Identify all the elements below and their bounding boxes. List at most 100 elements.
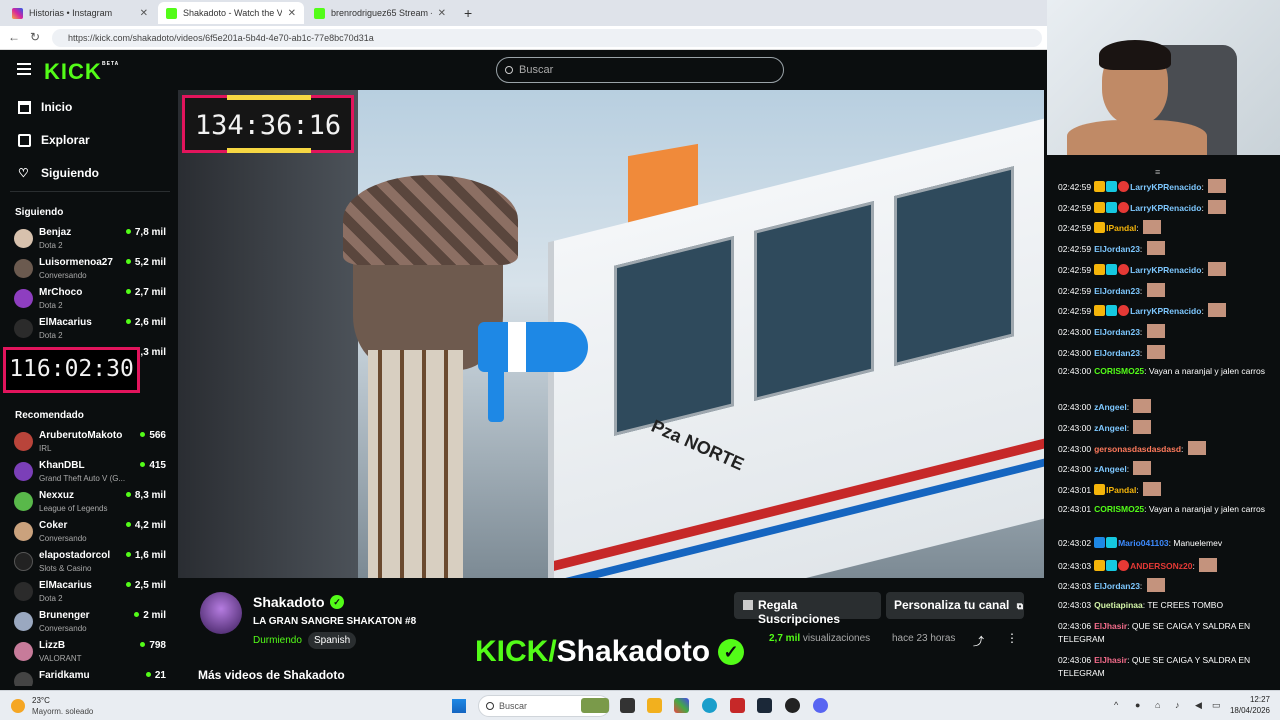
chat-username[interactable]: Mario041103 bbox=[1118, 538, 1169, 548]
kick-logo[interactable]: KICK BETA bbox=[44, 59, 118, 85]
file-explorer-icon[interactable] bbox=[647, 698, 662, 713]
clock-date[interactable]: 18/04/2026 bbox=[1224, 706, 1270, 715]
chat-username[interactable]: zAngeel bbox=[1094, 464, 1127, 474]
new-tab-button[interactable]: + bbox=[456, 2, 478, 24]
back-icon[interactable]: ← bbox=[8, 30, 20, 44]
category-link[interactable]: Durmiendo bbox=[253, 635, 302, 646]
search-input[interactable]: Buscar bbox=[496, 57, 784, 83]
windows-start-icon[interactable] bbox=[452, 699, 466, 713]
sidebar-item-explorar[interactable]: Explorar bbox=[18, 133, 90, 147]
discord-icon[interactable] bbox=[813, 698, 828, 713]
chat-username[interactable]: zAngeel bbox=[1094, 402, 1127, 412]
tab-brenrodriguez[interactable]: brenrodriguez65 Stream - Watch ✕ bbox=[306, 2, 454, 24]
share-icon[interactable]: ⤴ bbox=[973, 633, 984, 649]
recommended-channel[interactable]: Brunenger Conversando 2 mil bbox=[14, 609, 170, 637]
chat-username[interactable]: ElJordan23 bbox=[1094, 348, 1140, 358]
close-tab-icon[interactable]: ✕ bbox=[140, 8, 148, 19]
chat-username[interactable]: ElJordan23 bbox=[1094, 286, 1140, 296]
tray-expand-icon[interactable]: ^ bbox=[1114, 700, 1118, 710]
following-channel[interactable]: ElMacarius Dota 2 2,6 mil bbox=[14, 316, 170, 344]
chat-username[interactable]: IPandal bbox=[1106, 485, 1136, 495]
recommended-channel[interactable]: Coker Conversando 4,2 mil bbox=[14, 519, 170, 547]
chat-username[interactable]: ANDERSONz20 bbox=[1130, 561, 1192, 571]
microphone-icon[interactable]: ♪ bbox=[1175, 700, 1180, 710]
copilot-icon[interactable] bbox=[674, 698, 689, 713]
recommended-channel[interactable]: ElMacarius Dota 2 2,5 mil bbox=[14, 579, 170, 607]
sidebar-item-inicio[interactable]: Inicio bbox=[18, 100, 72, 114]
chat-message[interactable]: 02:42:59 ElJordan23: bbox=[1058, 282, 1273, 298]
chat-message[interactable]: 02:42:59 LarryKPRenacido: bbox=[1058, 261, 1273, 277]
tray-app-icon[interactable]: ● bbox=[1135, 700, 1140, 710]
chat-username[interactable]: LarryKPRenacido bbox=[1130, 203, 1201, 213]
recommended-channel[interactable]: Faridkamu 21 bbox=[14, 669, 170, 686]
weather-temperature[interactable]: 23°C bbox=[32, 696, 50, 705]
chat-username[interactable]: LarryKPRenacido bbox=[1130, 306, 1201, 316]
customize-channel-button[interactable]: Personaliza tu canal ⧉ bbox=[886, 592, 1024, 619]
media-app-icon[interactable] bbox=[785, 698, 800, 713]
chat-username[interactable]: zAngeel bbox=[1094, 423, 1127, 433]
chat-username[interactable]: ElJhasir bbox=[1094, 655, 1127, 665]
chat-message[interactable]: 02:43:03 ElJordan23: bbox=[1058, 578, 1273, 593]
gift-subs-button[interactable]: Regala Suscripciones bbox=[734, 592, 881, 626]
chat-message[interactable]: 02:43:02 Mario041103: Manuelemev bbox=[1058, 536, 1273, 550]
close-tab-icon[interactable]: ✕ bbox=[438, 8, 446, 19]
chat-message[interactable]: 02:43:00 CORISMO25: Vayan a naranjal y ja… bbox=[1058, 365, 1273, 378]
tab-instagram[interactable]: Historias • Instagram ✕ bbox=[4, 2, 156, 24]
recommended-channel[interactable]: LizzB VALORANT 798 bbox=[14, 639, 170, 667]
following-channel[interactable]: Luisormenoa27 Conversando 5,2 mil bbox=[14, 256, 170, 284]
chat-username[interactable]: ElJordan23 bbox=[1094, 581, 1140, 591]
chat-message[interactable]: 02:42:59 IPandal: bbox=[1058, 220, 1273, 235]
close-tab-icon[interactable]: ✕ bbox=[288, 8, 296, 19]
chat-username[interactable]: LarryKPRenacido bbox=[1130, 265, 1201, 275]
more-options-icon[interactable]: ⋮ bbox=[1006, 631, 1018, 645]
chat-message[interactable]: 02:43:01 CORISMO25: Vayan a naranjal y ja… bbox=[1058, 503, 1273, 516]
chat-message[interactable]: 02:43:00 gersonasdasdasdasd: bbox=[1058, 440, 1273, 456]
chat-message[interactable]: 02:42:59 LarryKPRenacido: bbox=[1058, 179, 1273, 194]
chat-username[interactable]: ElJordan23 bbox=[1094, 327, 1140, 337]
chat-message[interactable]: 02:43:03 ANDERSONz20: bbox=[1058, 557, 1273, 573]
chat-username[interactable]: CORISMO25 bbox=[1094, 366, 1144, 376]
recommended-channel[interactable]: AruberutoMakoto IRL 566 bbox=[14, 429, 170, 457]
video-player[interactable]: Pza NORTE bbox=[178, 90, 1044, 578]
chat-message[interactable]: 02:43:00 zAngeel: bbox=[1058, 420, 1273, 435]
channel-name[interactable]: Shakadoto bbox=[253, 594, 325, 610]
chat-username[interactable]: ElJhasir bbox=[1094, 621, 1127, 631]
sidebar-item-siguiendo[interactable]: ♡ Siguiendo bbox=[18, 166, 99, 180]
chat-username[interactable]: IPandal bbox=[1106, 223, 1136, 233]
task-view-icon[interactable] bbox=[620, 698, 635, 713]
recommended-channel[interactable]: KhanDBL Grand Theft Auto V (G... 415 bbox=[14, 459, 170, 487]
chat-message[interactable]: 02:43:03 Quetiapinaa: TE CREES TOMBO bbox=[1058, 599, 1273, 612]
chat-scroll-icon[interactable]: ≡ bbox=[1155, 167, 1160, 177]
weather-description[interactable]: Mayorm. soleado bbox=[32, 707, 93, 716]
chat-message[interactable]: 02:43:00 ElJordan23: bbox=[1058, 344, 1273, 360]
chat-message[interactable]: 02:43:06 ElJhasir: QUE SE CAIGA Y SALDRA … bbox=[1058, 620, 1273, 646]
office-icon[interactable] bbox=[730, 698, 745, 713]
menu-icon[interactable] bbox=[17, 63, 31, 75]
clock-time[interactable]: 12:27 bbox=[1232, 695, 1270, 704]
reload-icon[interactable]: ↻ bbox=[30, 30, 40, 44]
url-field[interactable]: https://kick.com/shakadoto/videos/6f5e20… bbox=[52, 29, 1042, 47]
steam-icon[interactable] bbox=[757, 698, 772, 713]
chat-username[interactable]: ElJordan23 bbox=[1094, 244, 1140, 254]
widget-image-icon[interactable] bbox=[581, 698, 609, 713]
following-channel[interactable]: Benjaz Dota 2 7,8 mil bbox=[14, 226, 170, 254]
chat-message[interactable]: 02:43:01 IPandal: bbox=[1058, 482, 1273, 497]
following-channel[interactable]: MrChoco Dota 2 2,7 mil bbox=[14, 286, 170, 314]
chat-message[interactable]: 02:42:59 ElJordan23: bbox=[1058, 241, 1273, 256]
recommended-channel[interactable]: Nexxuz League of Legends 8,3 mil bbox=[14, 489, 170, 517]
tab-shakadoto[interactable]: Shakadoto - Watch the VOD ✕ bbox=[158, 2, 304, 24]
battery-icon[interactable]: ▭ bbox=[1212, 700, 1221, 711]
volume-icon[interactable]: ◀ bbox=[1195, 700, 1202, 711]
chat-username[interactable]: CORISMO25 bbox=[1094, 504, 1144, 514]
chat-username[interactable]: gersonasdasdasdasd bbox=[1094, 444, 1181, 454]
language-tag[interactable]: Spanish bbox=[308, 632, 357, 649]
chat-message[interactable]: 02:43:00 ElJordan23: bbox=[1058, 323, 1273, 339]
recommended-channel[interactable]: elapostadorcol Slots & Casino 1,6 mil bbox=[14, 549, 170, 577]
network-icon[interactable]: ⌂ bbox=[1155, 700, 1160, 710]
chat-message[interactable]: 02:43:06 ElJhasir: QUE SE CAIGA Y SALDRA … bbox=[1058, 654, 1273, 680]
avatar[interactable] bbox=[200, 592, 242, 634]
chat-message[interactable]: 02:42:59 LarryKPRenacido: bbox=[1058, 199, 1273, 215]
chat-message[interactable]: 02:42:59 LarryKPRenacido: bbox=[1058, 303, 1273, 318]
chat-username[interactable]: LarryKPRenacido bbox=[1130, 182, 1201, 192]
chat-username[interactable]: Quetiapinaa bbox=[1094, 600, 1143, 610]
